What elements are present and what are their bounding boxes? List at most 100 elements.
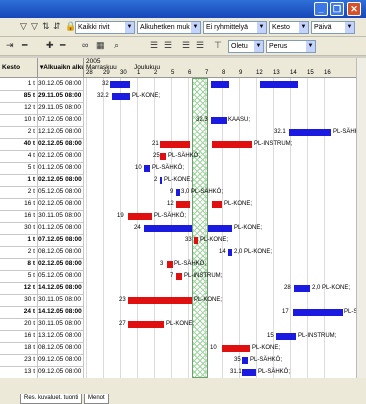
filter-icon[interactable]: ▽ xyxy=(20,21,27,32)
align-icon[interactable]: ☰ xyxy=(150,40,158,51)
start-cell: 08.12.05 08:00 xyxy=(38,246,84,258)
day-gridline xyxy=(103,78,104,378)
toolbar-filters: ▽ ▽ ⇅ ⇵ 🔒 Kaikki rivit ▼ Alkuhetken muk ▼ … xyxy=(0,18,366,37)
duration-cell: 30 t xyxy=(0,294,38,306)
task-bar-label: PL-SÄHKÖ; xyxy=(174,261,207,267)
task-bar[interactable] xyxy=(212,201,222,208)
sheet-tab[interactable]: Menot xyxy=(84,394,109,404)
column-header-alku[interactable]: ▾Alkuaikn alku xyxy=(38,58,84,78)
duration-select[interactable]: Kesto ▼ xyxy=(269,21,309,34)
oletus-select[interactable]: Oletu ▼ xyxy=(228,40,264,53)
task-bar[interactable] xyxy=(160,153,166,160)
vertical-scrollbar[interactable] xyxy=(356,58,366,378)
link-icon[interactable]: ∞ xyxy=(82,40,88,50)
zoom-icon[interactable]: ⌕ xyxy=(114,40,119,51)
column-header-kesto[interactable]: Kesto xyxy=(0,58,38,78)
task-bar[interactable] xyxy=(176,273,182,280)
duration-cell: 8 t xyxy=(0,258,38,270)
task-bar[interactable] xyxy=(294,285,310,292)
sheet-tab[interactable]: Res. kuvaluet. tuonti xyxy=(20,394,83,404)
start-cell: 05.12.05 08:00 xyxy=(38,186,84,198)
filter-icon[interactable]: ▽ xyxy=(31,21,38,32)
duration-cell: 4 t xyxy=(0,150,38,162)
duration-cell: 2 t xyxy=(0,186,38,198)
plus-icon[interactable]: ✚ xyxy=(46,40,54,51)
start-cell: 29.11.05 08:00 xyxy=(38,90,84,102)
group-select[interactable]: Ei ryhmittelyä ▼ xyxy=(203,21,267,34)
toolbar-edit: ⇥ ━ ✚ ━ ∞ ▦ ⌕ ☰ ☰ ☰ ☰ ⊤ Oletu ▼ Perus ▼ xyxy=(0,37,366,56)
task-bar[interactable] xyxy=(128,321,164,328)
task-bar[interactable] xyxy=(112,93,130,100)
restore-button[interactable]: ❐ xyxy=(330,2,344,16)
task-bar[interactable] xyxy=(293,309,343,316)
task-bar[interactable] xyxy=(260,81,298,88)
filter-icon[interactable]: ⊤ xyxy=(214,40,222,51)
duration-cell: 2 t xyxy=(0,246,38,258)
task-bar-label: PL-SÄHKÖ; xyxy=(154,213,187,219)
task-bar[interactable] xyxy=(128,297,192,304)
task-bar[interactable] xyxy=(144,165,150,172)
timescale-select[interactable]: Päivä ▼ xyxy=(311,21,355,34)
duration-cell: 12 t xyxy=(0,102,38,114)
task-bar[interactable] xyxy=(194,237,198,244)
duration-cell: 18 t xyxy=(0,342,38,354)
task-bar-label: 31.1 xyxy=(230,369,242,375)
chart-icon[interactable]: ▦ xyxy=(96,40,105,51)
start-cell: 12.12.05 08:00 xyxy=(38,126,84,138)
sort-value: Alkuhetken muk xyxy=(140,24,190,31)
start-cell: 02.12.05 08:00 xyxy=(38,174,84,186)
task-bar[interactable] xyxy=(160,177,162,184)
align-icon[interactable]: ☰ xyxy=(196,40,204,51)
duration-cell: 1 t xyxy=(0,234,38,246)
task-bar[interactable] xyxy=(176,189,180,196)
start-cell: 29.11.05 08:00 xyxy=(38,102,84,114)
task-bar[interactable] xyxy=(211,81,229,88)
day-label: 29 xyxy=(103,70,110,76)
task-bar[interactable] xyxy=(167,261,173,268)
task-bar[interactable] xyxy=(276,333,296,340)
duration-cell: 1 t xyxy=(0,78,38,90)
task-bar[interactable] xyxy=(212,141,252,148)
task-bar[interactable] xyxy=(211,117,227,124)
footer: Res. kuvaluet. tuonti Menot xyxy=(0,378,366,404)
task-bar-label: 32.2 xyxy=(97,93,109,99)
task-bar[interactable] xyxy=(242,369,256,376)
indent-icon[interactable]: ⇥ xyxy=(6,40,14,51)
task-bar[interactable] xyxy=(110,81,130,88)
start-cell: 30.12.05 08:00 xyxy=(38,78,84,90)
align-icon[interactable]: ☰ xyxy=(182,40,190,51)
minus-icon[interactable]: ━ xyxy=(60,40,65,51)
sort-icon[interactable]: ⇵ xyxy=(53,21,61,32)
minus-icon[interactable]: ━ xyxy=(22,40,27,51)
chevron-down-icon: ▼ xyxy=(345,22,354,33)
start-cell: 02.12.05 08:00 xyxy=(38,138,84,150)
close-button[interactable]: ✕ xyxy=(347,2,361,16)
sort-select[interactable]: Alkuhetken muk ▼ xyxy=(137,21,201,34)
minimize-button[interactable]: _ xyxy=(314,2,328,16)
task-bar[interactable] xyxy=(228,249,232,256)
start-cell: 09.12.05 08:00 xyxy=(38,354,84,366)
duration-cell: 30 t xyxy=(0,222,38,234)
task-bar[interactable] xyxy=(144,225,192,232)
task-bar[interactable] xyxy=(289,129,331,136)
start-cell: 08.12.05 08:00 xyxy=(38,342,84,354)
rows-filter-select[interactable]: Kaikki rivit ▼ xyxy=(75,21,135,34)
chevron-down-icon: ▼ xyxy=(191,22,200,33)
duration-cell: 24 t xyxy=(0,306,38,318)
chevron-down-icon: ▼ xyxy=(254,41,263,52)
task-bar[interactable] xyxy=(222,345,250,352)
task-bar[interactable] xyxy=(208,225,232,232)
align-icon[interactable]: ☰ xyxy=(164,40,172,51)
day-label: 28 xyxy=(86,70,93,76)
perus-select[interactable]: Perus ▼ xyxy=(266,40,316,53)
chevron-down-icon: ▼ xyxy=(306,41,315,52)
task-bar-label: PL-KONE; xyxy=(200,237,229,243)
day-label: 8 xyxy=(222,70,226,76)
task-bar[interactable] xyxy=(176,201,190,208)
task-bar[interactable] xyxy=(242,357,248,364)
task-bar-label: PL-SÄHKÖ; xyxy=(258,369,291,375)
task-bar[interactable] xyxy=(128,213,152,220)
duration-cell: 5 t xyxy=(0,270,38,282)
task-bar[interactable] xyxy=(160,141,190,148)
sort-icon[interactable]: ⇅ xyxy=(42,21,50,32)
